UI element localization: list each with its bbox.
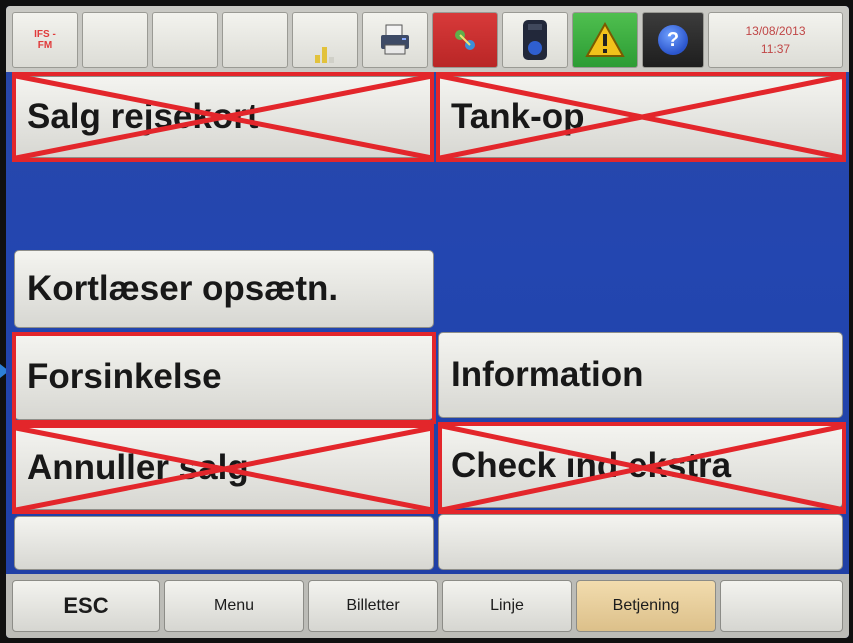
status-slot-empty-2[interactable] bbox=[152, 12, 218, 68]
menu-label: Menu bbox=[213, 597, 255, 614]
status-slot-empty-3[interactable] bbox=[222, 12, 288, 68]
esc-button[interactable]: ESC bbox=[12, 580, 160, 632]
linje-label: Linje bbox=[490, 597, 524, 614]
datetime-text: 13/08/2013 11:37 bbox=[745, 22, 805, 58]
information-button[interactable]: Information bbox=[438, 332, 843, 418]
network-glyph bbox=[455, 30, 475, 50]
datetime-display: 13/08/2013 11:37 bbox=[708, 12, 843, 68]
printer-glyph bbox=[381, 24, 409, 55]
empty-menu-button-right[interactable] bbox=[438, 514, 843, 570]
card-reader-glyph bbox=[523, 20, 547, 60]
kortlaeser-opsaetn-button[interactable]: Kortlæser opsætn. bbox=[14, 250, 434, 328]
signal-strength-icon[interactable] bbox=[292, 12, 358, 68]
salg-rejsekort-button[interactable]: Salg rejsekort bbox=[14, 76, 434, 158]
status-slot-empty-1[interactable] bbox=[82, 12, 148, 68]
kortlaeser-opsaetn-label: Kortlæser opsætn. bbox=[27, 269, 339, 308]
billetter-label: Billetter bbox=[346, 597, 400, 614]
question-mark-icon: ? bbox=[658, 25, 688, 55]
bottom-navigation-bar: ESC Menu Billetter Linje Betjening bbox=[6, 574, 849, 638]
tank-op-label: Tank-op bbox=[451, 97, 585, 136]
forsinkelse-label: Forsinkelse bbox=[27, 357, 222, 396]
tank-op-button[interactable]: Tank-op bbox=[438, 76, 843, 158]
ifs-fm-icon[interactable]: IFS - FM bbox=[12, 12, 78, 68]
warning-icon[interactable] bbox=[572, 12, 638, 68]
betjening-label: Betjening bbox=[612, 597, 680, 614]
check-ind-ekstra-label: Check ind ekstra bbox=[451, 446, 732, 485]
salg-rejsekort-label: Salg rejsekort bbox=[27, 97, 259, 136]
annuller-salg-button[interactable]: Annuller salg bbox=[14, 426, 434, 510]
menu-button[interactable]: Menu bbox=[164, 580, 304, 632]
network-icon[interactable] bbox=[432, 12, 498, 68]
ifs-fm-label: IFS - FM bbox=[34, 29, 56, 51]
help-icon[interactable]: ? bbox=[642, 12, 704, 68]
signal-bars bbox=[315, 35, 335, 63]
annuller-salg-label: Annuller salg bbox=[27, 448, 249, 487]
empty-menu-button-left[interactable] bbox=[14, 516, 434, 570]
check-ind-ekstra-button[interactable]: Check ind ekstra bbox=[438, 424, 843, 508]
betjening-button[interactable]: Betjening bbox=[576, 580, 716, 632]
printer-icon[interactable] bbox=[362, 12, 428, 68]
empty-nav-button[interactable] bbox=[720, 580, 843, 632]
linje-button[interactable]: Linje bbox=[442, 580, 572, 632]
touch-screen: IFS - FM ? 13/08/2013 11:37 Salg rejseko… bbox=[6, 6, 849, 638]
billetter-button[interactable]: Billetter bbox=[308, 580, 438, 632]
information-label: Information bbox=[451, 355, 644, 394]
date-text: 13/08/2013 bbox=[745, 24, 806, 38]
forsinkelse-button[interactable]: Forsinkelse bbox=[14, 334, 434, 420]
card-reader-icon[interactable] bbox=[502, 12, 568, 68]
esc-label: ESC bbox=[63, 593, 109, 618]
warning-triangle-glyph bbox=[585, 22, 625, 57]
time-text: 11:37 bbox=[760, 42, 791, 56]
status-bar: IFS - FM ? 13/08/2013 11:37 bbox=[6, 6, 849, 72]
